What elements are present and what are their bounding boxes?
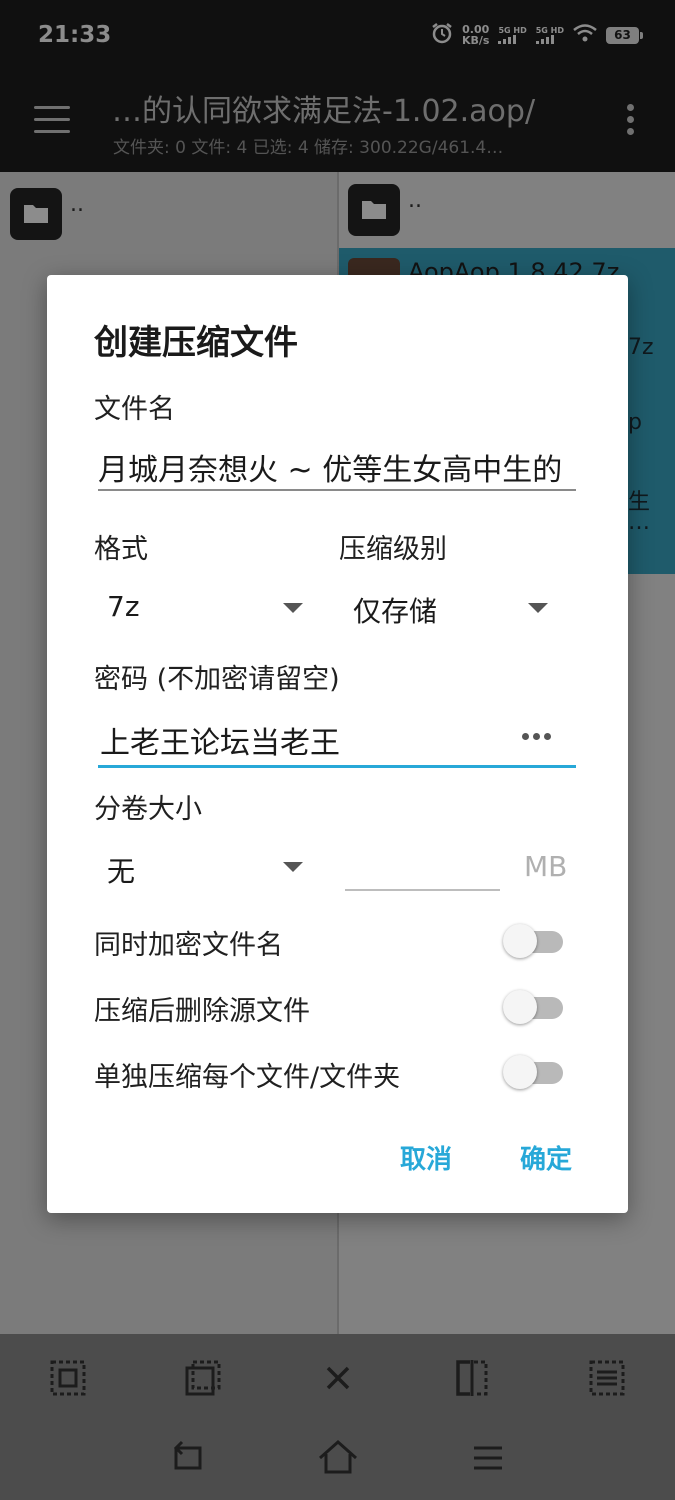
cancel-button[interactable]: 取消 (400, 1139, 452, 1176)
format-value: 7z (107, 590, 140, 623)
encrypt-filenames-switch[interactable] (503, 921, 563, 959)
compress-separately-switch[interactable] (503, 1052, 563, 1090)
chevron-down-icon (528, 603, 548, 613)
toggle-label: 同时加密文件名 (94, 930, 283, 961)
password-input[interactable]: 上老王论坛当老王 (100, 718, 510, 762)
filename-input[interactable]: 月城月奈想火 ~ 优等生女高中生的 (98, 445, 576, 489)
toggle-label: 单独压缩每个文件/文件夹 (94, 1062, 401, 1093)
level-value: 仅存储 (353, 595, 438, 628)
password-visibility-icon[interactable] (522, 733, 551, 740)
volume-value: 无 (107, 855, 136, 888)
dialog-title: 创建压缩文件 (94, 323, 298, 363)
password-label: 密码 (不加密请留空) (94, 664, 340, 695)
chevron-down-icon (283, 862, 303, 872)
volume-label: 分卷大小 (94, 794, 202, 825)
filename-underline (98, 489, 576, 491)
ok-button[interactable]: 确定 (520, 1139, 572, 1176)
create-archive-dialog: 创建压缩文件 文件名 月城月奈想火 ~ 优等生女高中生的 格式 压缩级别 7z … (47, 275, 628, 1213)
filename-label: 文件名 (94, 394, 175, 425)
password-underline (98, 765, 576, 768)
volume-size-input[interactable] (345, 889, 500, 891)
volume-unit: MB (524, 850, 568, 883)
delete-source-switch[interactable] (503, 987, 563, 1025)
format-label: 格式 (94, 534, 148, 565)
level-label: 压缩级别 (339, 534, 447, 565)
toggle-label: 压缩后删除源文件 (94, 996, 310, 1027)
chevron-down-icon (283, 603, 303, 613)
